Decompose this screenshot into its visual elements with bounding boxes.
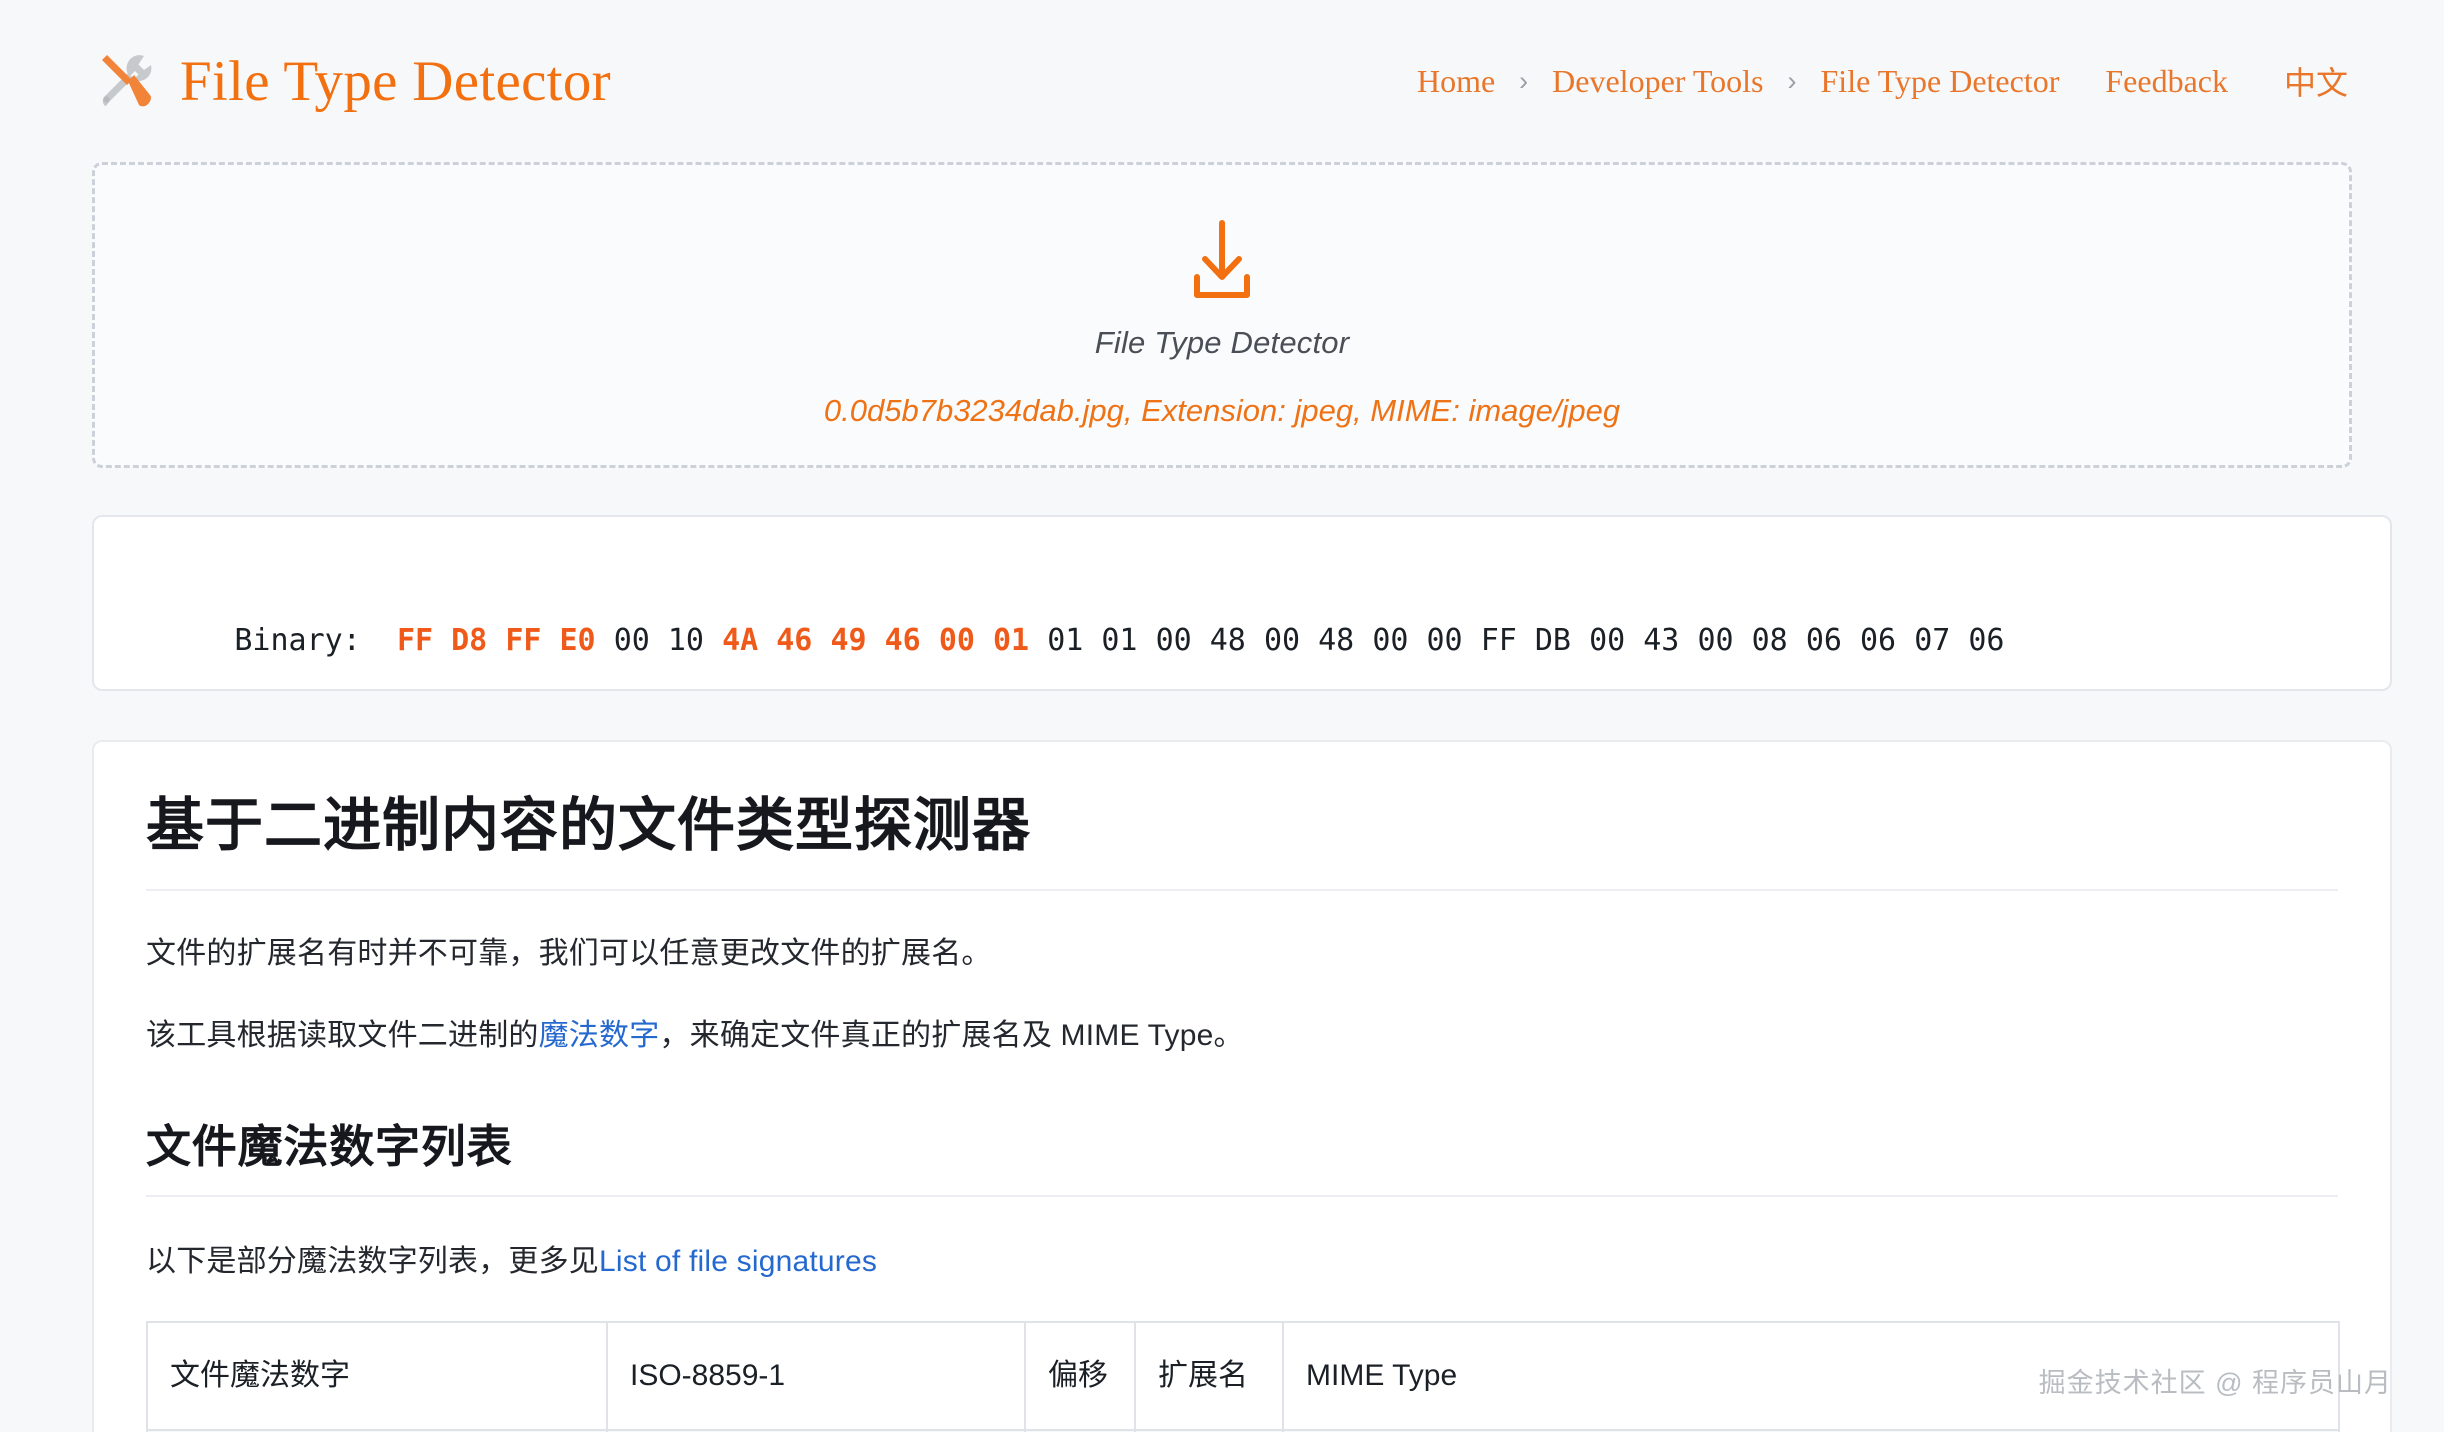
brand-logo[interactable]: File Type Detector <box>92 48 611 114</box>
binary-byte: 01 <box>1047 623 1084 658</box>
site-header: File Type Detector Home › Developer Tool… <box>0 0 2444 162</box>
column-header-offset: 偏移 <box>1024 1321 1136 1431</box>
binary-byte: 06 <box>1860 623 1897 658</box>
dropzone-label: File Type Detector <box>1094 325 1350 360</box>
binary-byte: 08 <box>1751 623 1788 658</box>
binary-byte: 01 <box>1101 623 1138 658</box>
binary-byte: 49 <box>830 623 867 658</box>
chevron-right-icon: › <box>1519 65 1529 96</box>
binary-byte: 00 <box>613 623 650 658</box>
page-title: 基于二进制内容的文件类型探测器 <box>146 793 1032 858</box>
column-header-extension: 扩展名 <box>1134 1321 1284 1431</box>
binary-byte: D8 <box>451 623 488 658</box>
paragraph-signature-list-before: 以下是部分魔法数字列表，更多见 <box>146 1244 599 1278</box>
binary-byte: 4A <box>722 623 759 658</box>
article-card: 基于二进制内容的文件类型探测器 文件的扩展名有时并不可靠，我们可以任意更改文件的… <box>92 740 2392 1432</box>
binary-byte: 46 <box>776 623 813 658</box>
column-header-magic-number: 文件魔法数字 <box>146 1321 608 1431</box>
binary-byte: 06 <box>1968 623 2005 658</box>
binary-byte: FF <box>505 623 542 658</box>
nav-item-developer-tools[interactable]: Developer Tools <box>1548 63 1767 100</box>
title-divider <box>146 888 2338 891</box>
binary-byte: 07 <box>1914 623 1951 658</box>
paragraph-magic-number-before: 该工具根据读取文件二进制的 <box>146 1019 539 1052</box>
paragraph-signature-list: 以下是部分魔法数字列表，更多见List of file signatures <box>146 1239 2338 1286</box>
column-header-iso-8859-1: ISO-8859-1 <box>606 1321 1026 1431</box>
binary-byte: DB <box>1534 623 1571 658</box>
magic-number-link[interactable]: 魔法数字 <box>539 1019 660 1052</box>
paragraph-magic-number-after: ，来确定文件真正的扩展名及 MIME Type。 <box>659 1019 1244 1052</box>
binary-row: Binary: FF D8 FF E0 00 10 4A 46 49 46 00… <box>126 545 2358 737</box>
binary-byte: 00 <box>1155 623 1192 658</box>
nav-item-file-type-detector[interactable]: File Type Detector <box>1817 63 2064 100</box>
binary-row-label: Binary: <box>234 623 397 658</box>
paragraph-extension-unreliable: 文件的扩展名有时并不可靠，我们可以任意更改文件的扩展名。 <box>146 936 992 970</box>
binary-byte: 00 <box>938 623 975 658</box>
section-divider <box>146 1194 2338 1197</box>
binary-byte: 00 <box>1697 623 1734 658</box>
table-header-row: 文件魔法数字 ISO-8859-1 偏移 扩展名 MIME Type <box>146 1321 2340 1431</box>
binary-byte: FF <box>1480 623 1517 658</box>
brand-title: File Type Detector <box>180 49 611 113</box>
list-of-file-signatures-link[interactable]: List of file signatures <box>599 1245 877 1278</box>
signature-table-head: 文件魔法数字 ISO-8859-1 偏移 扩展名 MIME Type <box>146 1321 2340 1431</box>
binary-output-panel: Binary: FF D8 FF E0 00 10 4A 46 49 46 00… <box>92 515 2392 850</box>
binary-byte: 00 <box>1589 623 1626 658</box>
binary-byte: E0 <box>559 623 596 658</box>
nav-item-feedback[interactable]: Feedback <box>2101 63 2232 100</box>
binary-byte: 46 <box>884 623 921 658</box>
signature-table: 文件魔法数字 ISO-8859-1 偏移 扩展名 MIME Type <box>146 1321 2340 1432</box>
watermark: 掘金技术社区 @ 程序员山月 <box>2038 1368 2392 1398</box>
binary-byte: 00 <box>1426 623 1463 658</box>
nav-item-home[interactable]: Home <box>1413 63 1499 100</box>
binary-byte: 01 <box>993 623 1030 658</box>
binary-byte: 43 <box>1643 623 1680 658</box>
binary-byte: 10 <box>667 623 704 658</box>
section-title-magic-number-list: 文件魔法数字列表 <box>146 1120 513 1172</box>
main-nav: Home › Developer Tools › File Type Detec… <box>1413 58 2352 104</box>
binary-byte: 48 <box>1209 623 1246 658</box>
binary-byte: 48 <box>1318 623 1355 658</box>
file-dropzone[interactable]: File Type Detector 0.0d5b7b3234dab.jpg, … <box>92 162 2352 468</box>
chevron-right-icon-2: › <box>1787 65 1797 96</box>
binary-byte: 06 <box>1805 623 1842 658</box>
binary-byte: 00 <box>1372 623 1409 658</box>
binary-byte: 00 <box>1263 623 1301 658</box>
nav-item-language-chinese[interactable]: 中文 <box>2280 58 2352 104</box>
paragraph-magic-number: 该工具根据读取文件二进制的魔法数字，来确定文件真正的扩展名及 MIME Type… <box>146 1013 2338 1060</box>
binary-row-tokens: FF D8 FF E0 00 10 4A 46 49 46 00 01 01 0… <box>397 623 2005 658</box>
detected-file-result: 0.0d5b7b3234dab.jpg, Extension: jpeg, MI… <box>823 393 1621 428</box>
download-arrow-icon <box>1175 219 1269 303</box>
wrench-screwdriver-icon <box>92 48 158 114</box>
page-root: File Type Detector Home › Developer Tool… <box>0 0 2444 1432</box>
binary-byte: FF <box>396 623 434 658</box>
